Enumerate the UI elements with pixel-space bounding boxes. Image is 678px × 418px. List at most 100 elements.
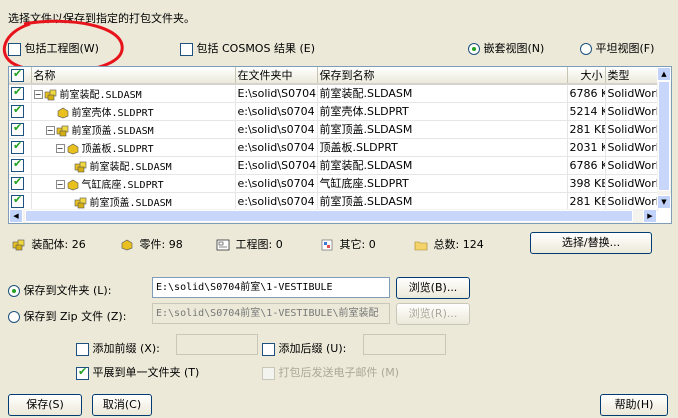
flatten-option[interactable]: 平展到单一文件夹 (T) bbox=[76, 364, 199, 380]
collapse-icon[interactable]: − bbox=[33, 90, 43, 100]
table-row[interactable]: 前室装配.SLDASM E:\solid\S0704 前室装配.SLDASM 6… bbox=[9, 156, 658, 175]
part-icon bbox=[56, 107, 70, 119]
column-size[interactable]: 大小 bbox=[567, 67, 606, 85]
browse-folder-button[interactable]: 浏览(B)... bbox=[396, 277, 470, 299]
flatten-checkbox[interactable] bbox=[76, 365, 89, 380]
part-icon bbox=[66, 143, 80, 155]
nested-view-option[interactable]: 嵌套视图(N) bbox=[468, 40, 544, 56]
scroll-down-icon[interactable]: ▼ bbox=[657, 195, 671, 209]
scroll-right-icon[interactable]: ▶ bbox=[643, 209, 657, 223]
prefix-input[interactable] bbox=[176, 334, 258, 355]
prefix-option[interactable]: 添加前缀 (X): bbox=[76, 340, 160, 356]
save-name-cell: 前室装配.SLDASM bbox=[317, 156, 568, 175]
suffix-input[interactable] bbox=[363, 334, 446, 355]
file-table: 名称 在文件夹中 保存到名称 大小 类型 − 前室装配.SLDASM E:\sol… bbox=[8, 66, 672, 224]
collapse-icon[interactable]: − bbox=[55, 144, 65, 153]
table-row[interactable]: 前室壳体.SLDPRT e:\solid\s0704 前室壳体.SLDPRT 5… bbox=[9, 102, 658, 121]
type-cell: SolidWorks bbox=[605, 192, 658, 211]
column-type[interactable]: 类型 bbox=[605, 67, 658, 85]
save-zip-key: (Z): bbox=[106, 310, 127, 323]
suffix-key: (U): bbox=[326, 342, 347, 355]
row-checkbox[interactable] bbox=[11, 121, 24, 136]
total-count: 总数: 124 bbox=[414, 236, 484, 252]
type-cell: SolidWorks bbox=[605, 174, 658, 193]
save-folder-option[interactable]: 保存到文件夹 (L): bbox=[8, 282, 111, 298]
scroll-up-icon[interactable]: ▲ bbox=[657, 67, 671, 81]
collapse-icon[interactable]: − bbox=[45, 126, 55, 135]
assembly-icon bbox=[56, 125, 70, 137]
size-cell: 398 KB bbox=[567, 174, 606, 193]
email-option[interactable]: 打包后发送电子邮件 (M) bbox=[262, 364, 399, 380]
horizontal-scrollbar[interactable]: ◀ ▶ bbox=[9, 209, 657, 223]
part-count-text: 零件: 98 bbox=[139, 238, 183, 251]
row-checkbox[interactable] bbox=[11, 193, 24, 208]
select-replace-button[interactable]: 选择/替换... bbox=[530, 232, 652, 254]
table-row[interactable]: −前室顶盖.SLDASM e:\solid\s0704 前室顶盖.SLDASM … bbox=[9, 120, 658, 139]
prefix-checkbox[interactable] bbox=[76, 342, 89, 356]
file-name: 顶盖板.SLDPRT bbox=[81, 143, 154, 155]
part-count: 零件: 98 bbox=[120, 236, 183, 252]
row-checkbox[interactable] bbox=[11, 103, 24, 118]
table-row[interactable]: −气缸底座.SLDPRT e:\solid\s0704 气缸底座.SLDPRT … bbox=[9, 174, 658, 193]
assembly-icon bbox=[74, 197, 88, 209]
total-count-text: 总数: 124 bbox=[433, 238, 484, 251]
save-name-cell: 前室壳体.SLDPRT bbox=[317, 102, 568, 121]
include-cosmos-checkbox[interactable] bbox=[180, 42, 193, 56]
scroll-left-icon[interactable]: ◀ bbox=[9, 209, 23, 223]
vertical-scrollbar[interactable]: ▲ ▼ bbox=[657, 67, 671, 209]
table-row[interactable]: − 顶盖板.SLDPRT e:\solid\s0704 顶盖板.SLDPRT 20… bbox=[9, 138, 658, 157]
drawing-count-text: 工程图: 0 bbox=[235, 238, 283, 251]
collapse-icon[interactable]: − bbox=[55, 180, 65, 189]
file-name: 前室壳体.SLDPRT bbox=[71, 107, 154, 119]
flat-view-option[interactable]: 平坦视图(F) bbox=[580, 40, 654, 56]
email-checkbox[interactable] bbox=[262, 366, 275, 380]
column-save-name[interactable]: 保存到名称 bbox=[317, 67, 568, 85]
drawing-icon bbox=[216, 239, 230, 251]
include-cosmos-option[interactable]: 包括 COSMOS 结果 (E) bbox=[180, 40, 315, 56]
select-all-header[interactable] bbox=[9, 67, 32, 85]
cancel-button[interactable]: 取消(C) bbox=[92, 394, 152, 416]
file-name: 前室顶盖.SLDASM bbox=[71, 125, 154, 137]
horizontal-scroll-thumb[interactable] bbox=[25, 210, 633, 222]
flatten-key: (T) bbox=[184, 366, 200, 379]
drawing-count: 工程图: 0 bbox=[216, 236, 283, 252]
table-row[interactable]: −前室装配.SLDASM E:\solid\S0704 前室装配.SLDASM … bbox=[9, 84, 658, 103]
email-key: (M) bbox=[381, 366, 400, 379]
select-all-checkbox[interactable] bbox=[11, 67, 24, 82]
row-checkbox[interactable] bbox=[11, 157, 24, 172]
folder-icon bbox=[414, 239, 428, 251]
folder-cell: E:\solid\S0704 bbox=[235, 156, 318, 175]
folder-cell: E:\solid\S0704 bbox=[235, 84, 318, 103]
nested-view-label: 嵌套视图 bbox=[483, 42, 528, 55]
type-cell: SolidWorks bbox=[605, 138, 658, 157]
suffix-option[interactable]: 添加后缀 (U): bbox=[262, 340, 346, 356]
folder-cell: e:\solid\s0704 bbox=[235, 138, 318, 157]
suffix-checkbox[interactable] bbox=[262, 342, 275, 356]
vertical-scroll-thumb[interactable] bbox=[658, 81, 670, 191]
flatten-label: 平展到单一文件夹 bbox=[92, 366, 181, 379]
column-folder[interactable]: 在文件夹中 bbox=[235, 67, 318, 85]
nested-view-radio[interactable] bbox=[468, 43, 480, 55]
save-button[interactable]: 保存(S) bbox=[8, 394, 82, 416]
column-name[interactable]: 名称 bbox=[31, 67, 236, 85]
table-header: 名称 在文件夹中 保存到名称 大小 类型 bbox=[9, 67, 658, 85]
save-folder-radio[interactable] bbox=[8, 285, 20, 297]
folder-cell: e:\solid\s0704 bbox=[235, 174, 318, 193]
save-zip-radio[interactable] bbox=[8, 311, 20, 323]
assembly-icon bbox=[44, 89, 58, 101]
browse-zip-button[interactable]: 浏览(R)... bbox=[396, 303, 470, 325]
row-checkbox[interactable] bbox=[11, 175, 24, 190]
table-row[interactable]: 前室顶盖.SLDASM e:\solid\s0704 前室顶盖.SLDASM 2… bbox=[9, 192, 658, 211]
save-folder-input[interactable]: E:\solid\S0704前室\1-VESTIBULE bbox=[152, 277, 390, 298]
assembly-icon bbox=[74, 161, 88, 173]
help-button[interactable]: 帮助(H) bbox=[600, 394, 668, 416]
save-zip-option[interactable]: 保存到 Zip 文件 (Z): bbox=[8, 308, 126, 324]
file-name: 前室装配.SLDASM bbox=[89, 161, 172, 173]
save-name-cell: 前室装配.SLDASM bbox=[317, 84, 568, 103]
size-cell: 6786 K bbox=[567, 156, 606, 175]
save-zip-input[interactable]: E:\solid\S0704前室\1-VESTIBULE\前室装配 bbox=[152, 303, 390, 324]
flat-view-radio[interactable] bbox=[580, 43, 592, 55]
row-checkbox[interactable] bbox=[11, 139, 24, 154]
save-folder-key: (L): bbox=[93, 284, 112, 297]
row-checkbox[interactable] bbox=[11, 85, 24, 100]
